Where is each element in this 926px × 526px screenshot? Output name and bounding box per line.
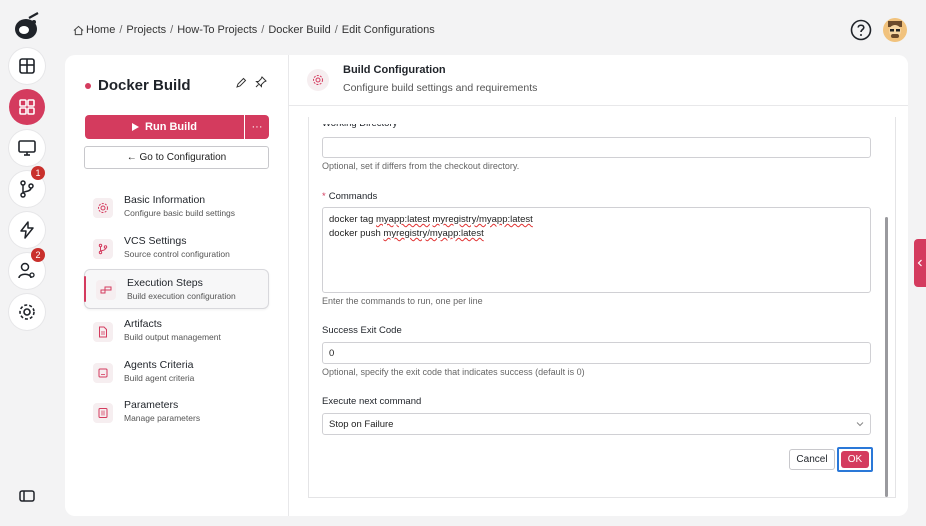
edit-icon[interactable]: [235, 77, 247, 89]
users-count-badge: 2: [31, 248, 45, 262]
file-icon: [99, 326, 107, 338]
git-branch-icon: [20, 180, 34, 198]
user-settings-icon: [18, 262, 35, 279]
gear-icon: [19, 304, 35, 320]
nav-basic-information[interactable]: Basic Information Configure basic build …: [84, 189, 269, 227]
triggers-rail-button[interactable]: [9, 212, 45, 248]
chevron-left-icon: [917, 259, 922, 267]
success-exit-code-input[interactable]: 0: [322, 342, 871, 364]
nav-artifacts[interactable]: Artifacts Build output management: [84, 313, 269, 351]
breadcrumb-home[interactable]: Home: [86, 24, 115, 36]
settings-rail-button[interactable]: [9, 294, 45, 330]
panel-subtitle: Configure build settings and requirement…: [343, 82, 538, 94]
user-avatar-icon: [883, 18, 907, 42]
steps-icon: [100, 286, 112, 294]
working-directory-input[interactable]: [322, 137, 871, 158]
vcs-rail-button[interactable]: 1: [9, 166, 45, 207]
monitor-icon: [18, 140, 36, 156]
agents-rail-button[interactable]: [9, 130, 45, 166]
gear-icon: [313, 75, 323, 85]
nav-execution-steps[interactable]: Execution Steps Build execution configur…: [84, 269, 269, 309]
collapse-sidebar-button[interactable]: [9, 478, 45, 514]
users-rail-button[interactable]: 2: [9, 248, 45, 289]
expand-side-panel-tab[interactable]: [914, 239, 926, 287]
execute-next-command-label: Execute next command: [322, 396, 422, 407]
pin-icon[interactable]: [255, 76, 267, 88]
run-build-button[interactable]: Run Build: [85, 115, 244, 139]
config-nav-panel: Docker Build Run Build ··· ← Go to Confi…: [65, 55, 289, 516]
play-icon: [132, 123, 140, 131]
main-card: Docker Build Run Build ··· ← Go to Confi…: [65, 55, 908, 516]
agent-icon: [98, 368, 108, 378]
lightning-icon: [20, 221, 34, 239]
commands-textarea[interactable]: docker tag myapp:latest myregistry/myapp…: [322, 207, 871, 293]
nav-agents-criteria[interactable]: Agents Criteria Build agent criteria: [84, 354, 269, 392]
ok-button[interactable]: OK: [837, 447, 873, 472]
commands-label: * Commands: [322, 191, 378, 202]
run-options-button[interactable]: ···: [245, 115, 269, 139]
breadcrumb-how-to-projects[interactable]: How-To Projects: [177, 24, 257, 36]
chevron-down-icon: [856, 422, 864, 427]
breadcrumb: Home / Projects / How-To Projects / Dock…: [73, 24, 435, 36]
execute-next-command-select[interactable]: Stop on Failure: [322, 413, 871, 435]
home-icon[interactable]: [73, 25, 84, 36]
panel-title: Build Configuration: [343, 64, 446, 76]
projects-rail-button[interactable]: [9, 89, 45, 125]
git-branch-icon: [98, 243, 108, 255]
sidebar-toggle-icon: [19, 490, 35, 502]
help-icon[interactable]: [850, 19, 872, 41]
cancel-button[interactable]: Cancel: [789, 449, 835, 470]
form-scrollbar[interactable]: [885, 217, 888, 497]
nav-vcs-settings[interactable]: VCS Settings Source control configuratio…: [84, 230, 269, 268]
app-logo-icon[interactable]: [11, 10, 43, 42]
breadcrumb-docker-build[interactable]: Docker Build: [268, 24, 330, 36]
left-rail: 1 2: [0, 0, 54, 526]
dashboard-rail-button[interactable]: [9, 48, 45, 84]
dashboard-icon: [19, 58, 35, 74]
success-exit-code-help: Optional, specify the exit code that ind…: [322, 367, 585, 377]
build-name: Docker Build: [98, 77, 191, 94]
working-directory-help: Optional, set if differs from the checko…: [322, 161, 520, 171]
grid-icon: [19, 99, 35, 115]
nav-parameters[interactable]: Parameters Manage parameters: [84, 394, 269, 432]
gear-icon: [98, 203, 108, 213]
success-exit-code-label: Success Exit Code: [322, 325, 402, 336]
breadcrumb-edit-configurations: Edit Configurations: [341, 24, 435, 36]
breadcrumb-projects[interactable]: Projects: [126, 24, 166, 36]
avatar[interactable]: [883, 18, 907, 42]
build-title: Docker Build: [85, 77, 191, 94]
execution-step-form: [308, 117, 896, 498]
commands-help: Enter the commands to run, one per line: [322, 296, 483, 306]
panel-header: Build Configuration Configure build sett…: [289, 55, 908, 106]
vcs-count-badge: 1: [31, 166, 45, 180]
status-dot: [85, 82, 91, 89]
go-to-configuration-button[interactable]: ← Go to Configuration: [84, 146, 269, 169]
sliders-icon: [98, 408, 108, 418]
